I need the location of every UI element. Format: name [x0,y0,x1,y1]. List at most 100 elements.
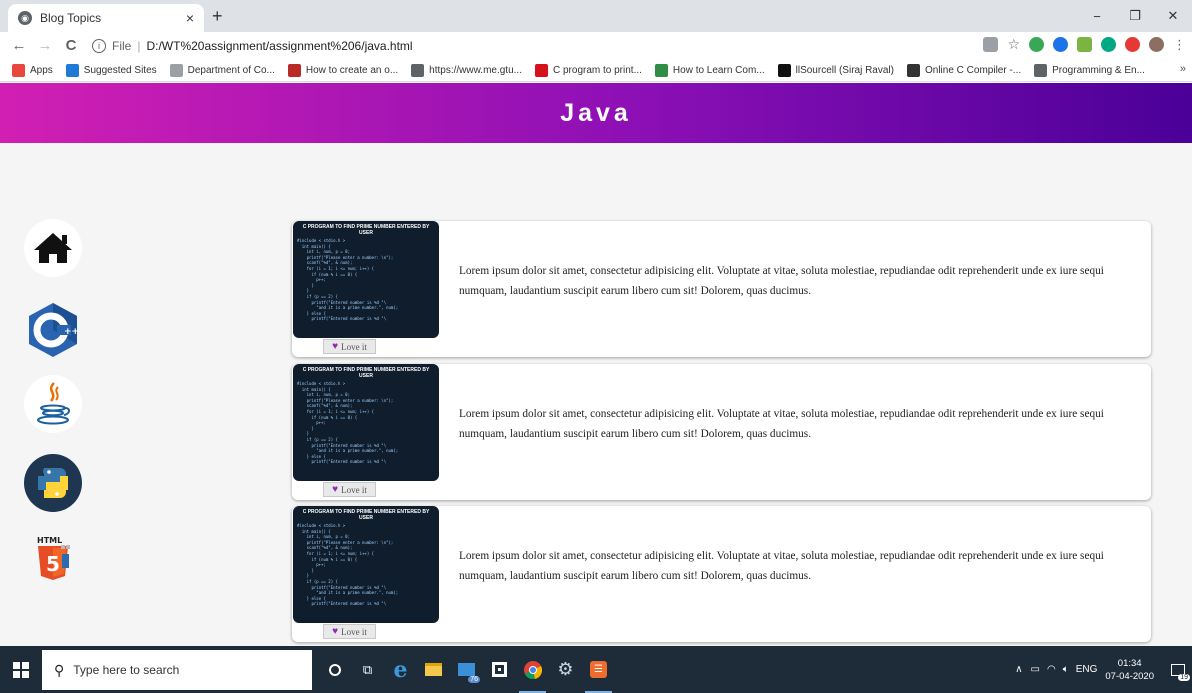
bookmark-label: C program to print... [552,64,642,76]
bookmark-label: llSourcell (Siraj Raval) [795,64,894,76]
minimize-button[interactable]: − [1078,0,1116,32]
new-tab-button[interactable]: + [212,6,223,27]
tray-expand-icon[interactable]: ∧ [1015,664,1022,675]
brackets-app-icon[interactable]: ☰ [582,646,615,693]
bookmark-item[interactable]: How to Learn Com... [654,63,765,77]
extension-icon[interactable] [1077,37,1092,52]
menu-kebab-icon[interactable]: ⋮ [1173,37,1186,53]
address-bar-row: ← → C i File | D:/WT%20assignment/assign… [0,32,1192,59]
battery-icon[interactable]: ▭ [1031,664,1040,675]
browser-tab-strip: ◉ Blog Topics × + − ❐ ✕ [0,0,1192,32]
forward-button[interactable]: → [34,37,56,54]
java-logo-icon[interactable] [24,375,82,433]
url-separator: | [137,39,141,53]
svg-text:++: ++ [64,327,79,337]
love-it-label: Love it [341,484,367,495]
bookmark-label: https://www.me.gtu... [429,64,522,76]
love-it-button[interactable]: ♥ Love it [323,339,376,354]
html5-logo-icon[interactable]: HTML 5 [24,529,82,587]
chrome-icon[interactable] [516,646,549,693]
windows-taskbar: ⚲ Type here to search ⧉ e 76 ⚙ ☰ ∧ ▭ ◠ 🔈… [0,646,1192,693]
bookmark-item[interactable]: Online C Compiler -... [906,63,1022,77]
network-folder-icon[interactable]: 76 [450,646,483,693]
url-scheme: File [112,39,132,53]
task-view-icon[interactable]: ⧉ [351,646,384,693]
bookmark-item[interactable]: Department of Co... [169,63,275,77]
geeks-icon [654,63,668,77]
tab-close-icon[interactable]: × [186,10,194,26]
globe-icon [411,63,425,77]
bookmarks-overflow-icon[interactable]: » [1180,63,1186,75]
home-icon[interactable] [24,219,82,277]
extension-icon[interactable] [1125,37,1140,52]
notification-center-icon[interactable]: 19 [1164,646,1192,693]
store-icon[interactable] [483,646,516,693]
language-indicator[interactable]: ENG [1076,664,1098,675]
taskbar-search-placeholder: Type here to search [73,663,180,677]
heart-icon: ♥ [332,484,339,495]
clock-time: 01:34 [1117,657,1142,669]
shield-extension-icon[interactable] [1029,37,1044,52]
bookmark-item[interactable]: C program to print... [534,63,642,77]
globe-icon [169,63,183,77]
bookmark-item[interactable]: llSourcell (Siraj Raval) [777,63,894,77]
code-thumbnail: C PROGRAM TO FIND PRIME NUMBER ENTERED B… [293,364,439,481]
bookmark-label: Programming & En... [1052,64,1145,76]
edge-icon[interactable]: e [384,646,417,693]
thumbnail-title: C PROGRAM TO FIND PRIME NUMBER ENTERED B… [302,224,430,236]
reload-button[interactable]: C [60,37,82,54]
clock[interactable]: 01:34 07-04-2020 [1105,657,1154,683]
quora-icon [287,63,301,77]
cortana-icon[interactable] [318,646,351,693]
taskbar-search-input[interactable]: ⚲ Type here to search [42,650,312,690]
bookmarks-bar: Apps Suggested Sites Department of Co... Ho… [0,59,1192,82]
blog-card: C PROGRAM TO FIND PRIME NUMBER ENTERED B… [292,221,1151,357]
blog-card: C PROGRAM TO FIND PRIME NUMBER ENTERED B… [292,506,1151,642]
heart-icon: ♥ [332,626,339,637]
bookmark-item[interactable]: https://www.me.gtu... [411,63,522,77]
python-logo-icon[interactable] [24,454,82,512]
love-it-button[interactable]: ♥ Love it [323,482,376,497]
extension-icons: ☆ ⋮ [983,36,1186,53]
bookmark-item[interactable]: How to create an o... [287,63,398,77]
browser-tab[interactable]: ◉ Blog Topics × [8,4,204,32]
translate-icon[interactable] [983,37,999,52]
apps-grid-icon [12,63,25,77]
bookmark-label: Suggested Sites [83,64,157,76]
info-icon[interactable]: i [92,39,106,53]
love-it-button[interactable]: ♥ Love it [323,624,376,639]
svg-text:5: 5 [46,552,60,576]
heart-icon: ♥ [332,341,339,352]
love-it-label: Love it [341,626,367,637]
file-explorer-icon[interactable] [417,646,450,693]
close-window-button[interactable]: ✕ [1154,0,1192,32]
bing-icon [65,63,79,77]
address-input[interactable]: i File | D:/WT%20assignment/assignment%2… [92,35,413,57]
blog-card: C PROGRAM TO FIND PRIME NUMBER ENTERED B… [292,364,1151,500]
system-tray: ∧ ▭ ◠ 🔈︎ ENG 01:34 07-04-2020 19 [1015,646,1192,693]
thumbnail-title: C PROGRAM TO FIND PRIME NUMBER ENTERED B… [302,367,430,379]
windows-start-icon[interactable] [0,646,42,693]
grammarly-icon[interactable] [1101,37,1116,52]
code-thumbnail: C PROGRAM TO FIND PRIME NUMBER ENTERED B… [293,506,439,623]
search-icon: ⚲ [54,661,65,678]
thumbnail-code: #include < stdio.h > int main() { int i,… [297,523,399,607]
profile-avatar-icon[interactable] [1149,37,1164,52]
vlc-or-tool-icon[interactable]: ⚙ [549,646,582,693]
thumbnail-title: C PROGRAM TO FIND PRIME NUMBER ENTERED B… [302,509,430,521]
restore-button[interactable]: ❐ [1116,0,1154,32]
bookmark-label: How to Learn Com... [672,64,765,76]
star-icon[interactable]: ☆ [1007,36,1020,53]
bookmark-item[interactable]: Programming & En... [1034,63,1145,77]
java-cup-icon [534,63,548,77]
extension-icon[interactable] [1053,37,1068,52]
wifi-icon[interactable]: ◠ [1047,664,1056,675]
back-button[interactable]: ← [8,37,30,54]
cpp-logo-icon[interactable]: ++ [24,301,82,359]
card-text: Lorem ipsum dolor sit amet, consectetur … [459,408,1104,440]
bookmark-item[interactable]: Apps [12,63,53,77]
bookmark-item[interactable]: Suggested Sites [65,63,157,77]
thumbnail-code: #include < stdio.h > int main() { int i,… [297,381,399,465]
volume-icon[interactable]: 🔈︎ [1063,664,1069,675]
bookmark-label: Online C Compiler -... [924,64,1022,76]
